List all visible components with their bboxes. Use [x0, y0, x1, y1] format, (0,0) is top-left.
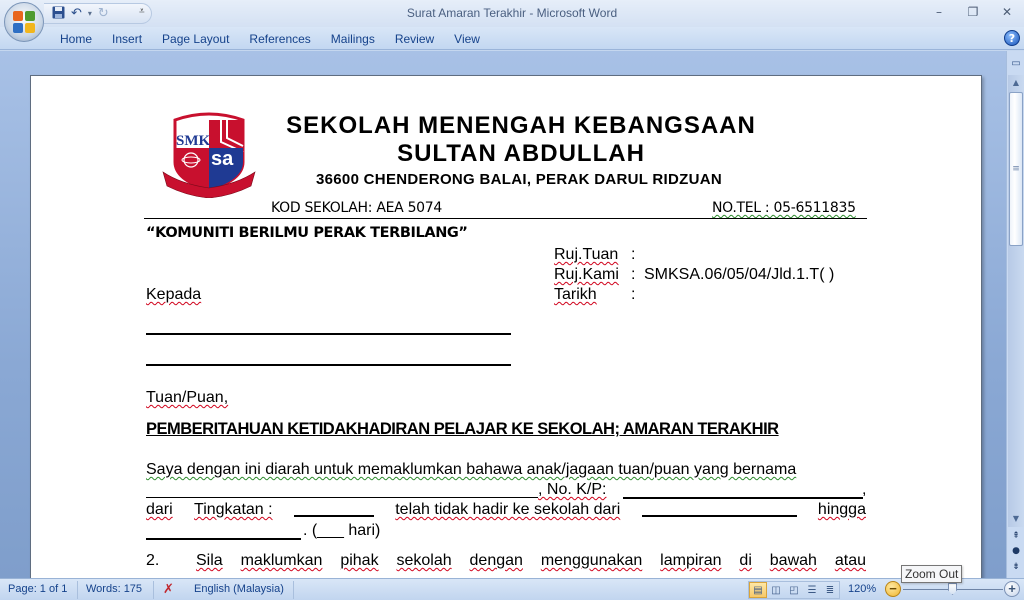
date-colon: :	[631, 286, 636, 303]
tab-mailings[interactable]: Mailings	[321, 31, 385, 47]
para1-comma: ,	[862, 481, 867, 498]
scroll-down-button[interactable]: ▼	[1008, 511, 1024, 527]
next-page-icon[interactable]: ⇟	[1008, 559, 1024, 575]
ribbon: Home Insert Page Layout References Maili…	[0, 27, 1024, 50]
vertical-scrollbar[interactable]: ▭ ▲ ≡ ▼ ⇞ ● ⇟	[1006, 51, 1024, 578]
school-code: KOD SEKOLAH: AEA 5074	[271, 200, 443, 216]
school-address: 36600 CHENDERONG BALAI, PERAK DARUL RIDZ…	[316, 171, 723, 188]
recipient-line-2[interactable]	[146, 364, 511, 366]
para1-nokp: , No. K/P:	[538, 481, 607, 498]
para1-line3: dari Tingkatan : telah tidak hadir ke se…	[146, 501, 866, 519]
to-label: Kepada	[146, 286, 202, 303]
document-body: SMK sa SEKOLAH MENENGAH KEBANGSAAN SULTA…	[31, 76, 981, 578]
school-phone: NO.TEL : 05-6511835	[712, 200, 856, 216]
recipient-line-1[interactable]	[146, 333, 511, 335]
date-to-line[interactable]	[146, 538, 301, 540]
school-logo: SMK sa	[162, 112, 256, 198]
word-tingkatan: Tingkatan :	[194, 501, 273, 518]
ic-number-line[interactable]	[623, 497, 863, 499]
zoom-out-tooltip: Zoom Out	[901, 565, 963, 583]
ref-our-colon: :	[631, 266, 636, 283]
date-label: Tarikh	[554, 286, 597, 303]
view-ruler-icon[interactable]: ▭	[1009, 57, 1023, 71]
status-divider	[153, 581, 154, 599]
tab-review[interactable]: Review	[385, 31, 444, 47]
letter-subject: PEMBERITAHUAN KETIDAKHADIRAN PELAJAR KE …	[146, 420, 779, 438]
language-indicator[interactable]: English (Malaysia)	[194, 583, 284, 595]
document-page[interactable]: SMK sa SEKOLAH MENENGAH KEBANGSAAN SULTA…	[30, 75, 982, 578]
zoom-in-button[interactable]: +	[1004, 581, 1020, 597]
outline-icon[interactable]: ☰	[803, 582, 821, 598]
word-hingga: hingga	[817, 501, 866, 518]
ref-your-colon: :	[631, 246, 636, 263]
scrollbar-thumb[interactable]: ≡	[1009, 92, 1023, 246]
quick-access-toolbar: ↶ ▾ ↻	[44, 3, 152, 24]
zoom-out-button[interactable]: −	[885, 581, 901, 597]
page-count[interactable]: Page: 1 of 1	[8, 583, 67, 595]
ref-your-label: Ruj.Tuan	[554, 246, 619, 263]
salutation: Tuan/Puan,	[146, 389, 229, 406]
select-browse-object-icon[interactable]: ●	[1008, 543, 1024, 559]
office-logo-icon	[13, 11, 35, 33]
redo-icon[interactable]: ↻	[98, 7, 109, 20]
help-icon[interactable]: ?	[1004, 30, 1020, 46]
document-workspace: SMK sa SEKOLAH MENENGAH KEBANGSAAN SULTA…	[0, 51, 1006, 578]
para2-line1: Sila maklumkan pihak sekolah dengan meng…	[196, 552, 866, 569]
proofing-errors-icon[interactable]: ✗	[163, 581, 174, 597]
zoom-slider-thumb[interactable]	[948, 583, 957, 595]
tab-view[interactable]: View	[444, 31, 490, 47]
word-dari: dari	[146, 501, 173, 518]
tab-references[interactable]: References	[239, 31, 320, 47]
school-motto: “KOMUNITI BERILMU PERAK TERBILANG”	[146, 225, 468, 241]
office-button[interactable]	[4, 2, 44, 42]
status-bar: Page: 1 of 1 Words: 175 ✗ English (Malay…	[0, 578, 1024, 600]
undo-dropdown-icon[interactable]: ▾	[88, 9, 92, 18]
close-button[interactable]: ✕	[990, 0, 1024, 24]
word-count[interactable]: Words: 175	[86, 583, 142, 595]
school-name-line1: SEKOLAH MENENGAH KEBANGSAAN	[286, 112, 756, 139]
print-layout-icon[interactable]: ▤	[749, 582, 767, 598]
view-buttons: ▤ ◫ ◰ ☰ ≣	[748, 581, 840, 599]
svg-text:sa: sa	[211, 148, 234, 170]
window-controls: – ❐ ✕	[922, 0, 1024, 24]
previous-page-icon[interactable]: ⇞	[1008, 528, 1024, 544]
phone-text: NO.TEL : 05-6511835	[712, 200, 856, 216]
status-divider	[77, 581, 78, 599]
ribbon-tabs: Home Insert Page Layout References Maili…	[50, 31, 490, 47]
full-screen-reading-icon[interactable]: ◫	[767, 582, 785, 598]
draft-icon[interactable]: ≣	[821, 582, 839, 598]
svg-text:SMK: SMK	[176, 133, 211, 149]
customize-toolbar-icon[interactable]: ⩡	[139, 6, 145, 17]
para1-line4: . (___ hari)	[303, 522, 381, 539]
save-icon[interactable]	[52, 6, 65, 22]
header-divider	[144, 218, 867, 219]
window-title: Surat Amaran Terakhir - Microsoft Word	[406, 6, 618, 20]
absent-from-text: telah tidak hadir ke sekolah dari	[395, 501, 621, 518]
ref-our-value: SMKSA.06/05/04/Jld.1.T( )	[644, 266, 835, 283]
scroll-up-button[interactable]: ▲	[1008, 75, 1024, 91]
title-bar: Surat Amaran Terakhir - Microsoft Word –…	[0, 0, 1024, 27]
ref-our-label: Ruj.Kami	[554, 266, 619, 283]
undo-icon[interactable]: ↶	[71, 7, 82, 20]
tab-home[interactable]: Home	[50, 31, 102, 47]
restore-button[interactable]: ❐	[956, 0, 990, 24]
student-name-line[interactable]	[146, 497, 538, 498]
date-from-line[interactable]	[641, 501, 797, 517]
web-layout-icon[interactable]: ◰	[785, 582, 803, 598]
tab-insert[interactable]: Insert	[102, 31, 152, 47]
para2-number: 2.	[146, 552, 160, 569]
para1-line1: Saya dengan ini diarah untuk memaklumkan…	[146, 461, 797, 478]
status-divider	[293, 581, 294, 599]
tab-page-layout[interactable]: Page Layout	[152, 31, 239, 47]
minimize-button[interactable]: –	[922, 0, 956, 24]
form-line[interactable]	[293, 501, 374, 517]
zoom-level[interactable]: 120%	[848, 583, 876, 595]
school-name-line2: SULTAN ABDULLAH	[397, 140, 645, 167]
